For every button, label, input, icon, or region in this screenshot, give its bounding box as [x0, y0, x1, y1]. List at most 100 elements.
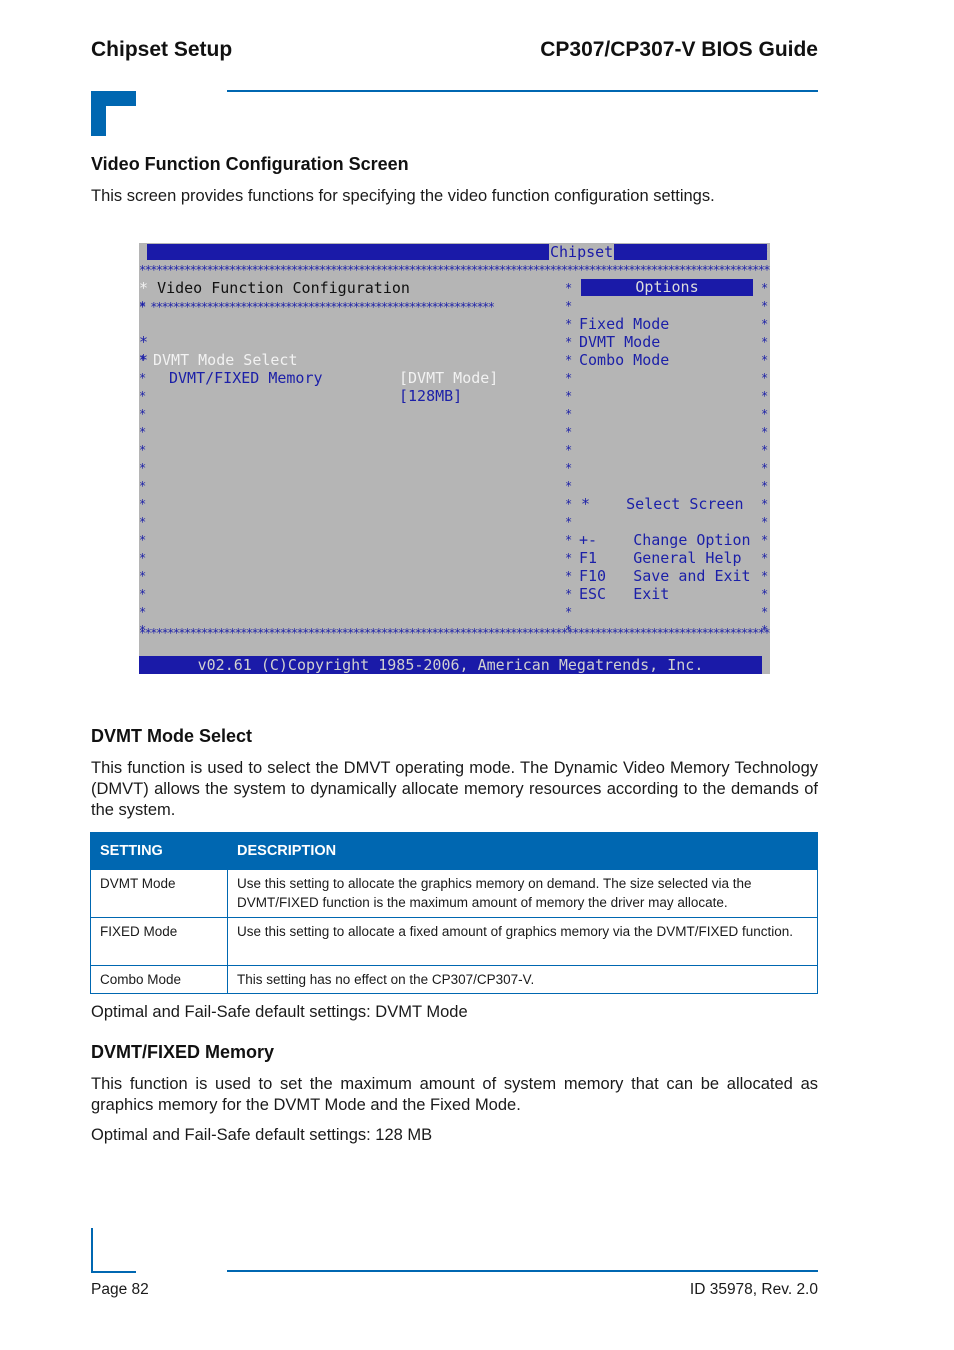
corner-mark-bottom: [91, 1228, 136, 1273]
star-glyph: *: [139, 569, 147, 583]
bios-option-fixed-mode[interactable]: Fixed Mode: [579, 315, 669, 333]
star-glyph: *: [761, 497, 769, 511]
star-glyph: *: [565, 317, 573, 331]
star-glyph: *: [139, 605, 147, 619]
star-glyph: *: [565, 479, 573, 493]
star-glyph: *: [139, 407, 147, 421]
dvmt-mode-select-heading: DVMT Mode Select: [91, 726, 253, 746]
video-screen-intro: This screen provides functions for speci…: [91, 187, 715, 205]
star-glyph: *: [565, 551, 573, 565]
star-glyph: *: [565, 299, 573, 313]
video-screen-heading: Video Function Configuration Screen: [91, 154, 409, 174]
help-change-option: +- Change Option: [579, 531, 751, 549]
star-glyph: *: [139, 353, 147, 367]
bios-top-bar: [147, 244, 767, 260]
star-glyph: *: [565, 389, 573, 403]
setting-cell: DVMT Mode: [90, 869, 228, 918]
table-row: DVMT Mode Use this setting to allocate t…: [90, 869, 818, 918]
star-glyph: *: [565, 335, 573, 349]
star-glyph: *: [565, 623, 573, 637]
star-glyph: *: [139, 389, 147, 403]
star-glyph: *: [139, 371, 147, 385]
star-glyph: *: [565, 569, 573, 583]
table-row: FIXED Mode Use this setting to allocate …: [90, 917, 818, 966]
bios-item-dvmt-fixed-memory[interactable]: * DVMT/FIXED Memory [128MB]: [139, 333, 462, 405]
star-glyph: *: [565, 515, 573, 529]
star-glyph: *: [565, 443, 573, 457]
help-save-exit: F10 Save and Exit: [579, 567, 751, 585]
star-glyph: *: [139, 623, 147, 637]
bios-screen-title: Video Function Configuration: [157, 279, 410, 297]
bios-item-value: [128MB]: [399, 387, 463, 405]
star-glyph: *: [761, 335, 769, 349]
section-title: Chipset Setup: [91, 38, 233, 61]
table-row: Combo Mode This setting has no effect on…: [90, 965, 818, 994]
help-exit: ESC Exit: [579, 585, 670, 603]
star-glyph: *: [761, 587, 769, 601]
star-glyph: *: [139, 533, 147, 547]
star-glyph: *: [565, 497, 573, 511]
guide-title: CP307/CP307-V BIOS Guide: [540, 38, 818, 61]
bios-item-label: DVMT/FIXED Memory: [169, 369, 323, 387]
star-glyph: *: [565, 533, 573, 547]
header-rule: [227, 90, 818, 92]
star-glyph: *: [565, 353, 573, 367]
bios-item-dvmt-mode-select[interactable]: * DVMT Mode Select [DVMT Mode]: [139, 315, 498, 387]
star-glyph: *: [761, 317, 769, 331]
star-glyph: *: [761, 623, 769, 637]
star-glyph: *: [139, 425, 147, 439]
star-glyph: *: [139, 551, 147, 565]
star-glyph: *: [139, 479, 147, 493]
star-glyph: *: [761, 443, 769, 457]
help-general-help: F1 General Help: [579, 549, 742, 567]
description-cell: This setting has no effect on the CP307/…: [227, 965, 818, 994]
star-glyph: *: [761, 281, 769, 295]
border-stars-bottom: ****************************************…: [139, 627, 770, 639]
star-glyph: *: [761, 551, 769, 565]
star-glyph: *: [761, 299, 769, 313]
bios-option-dvmt-mode[interactable]: DVMT Mode: [579, 333, 660, 351]
star-glyph: *: [761, 515, 769, 529]
star-glyph: *: [761, 461, 769, 475]
star-glyph: *: [761, 389, 769, 403]
star-glyph: *: [565, 281, 573, 295]
bios-tab-chipset[interactable]: Chipset: [549, 243, 615, 261]
column-header-description: DESCRIPTION: [227, 832, 818, 870]
dvmt-fixed-memory-heading: DVMT/FIXED Memory: [91, 1042, 275, 1062]
title-underline-stars: * **************************************…: [139, 301, 495, 313]
star-glyph: *: [761, 605, 769, 619]
star-glyph: *: [761, 371, 769, 385]
bios-copyright: v02.61 (C)Copyright 1985-2006, American …: [139, 656, 762, 674]
star-glyph: *: [761, 245, 769, 259]
star-glyph: *: [565, 461, 573, 475]
bios-screen-title-row: * Video Function Configuration: [139, 279, 410, 297]
star-glyph: *: [139, 443, 147, 457]
page-number: Page 82: [91, 1281, 149, 1298]
document-id: ID 35978, Rev. 2.0: [689, 1281, 818, 1298]
star-glyph: *: [139, 497, 147, 511]
star-glyph: *: [761, 479, 769, 493]
star-glyph: *: [565, 587, 573, 601]
settings-table: SETTING DESCRIPTION DVMT Mode Use this s…: [90, 832, 818, 994]
dvmt-fixed-memory-defaults: Optimal and Fail-Safe default settings: …: [91, 1126, 433, 1144]
column-header-setting: SETTING: [90, 832, 228, 870]
star-glyph: *: [139, 515, 147, 529]
star-glyph: *: [565, 425, 573, 439]
border-stars: ****************************************…: [139, 264, 770, 276]
star-glyph: *: [139, 587, 147, 601]
bios-option-combo-mode[interactable]: Combo Mode: [579, 351, 669, 369]
star-glyph: *: [565, 407, 573, 421]
options-header: Options: [581, 279, 753, 296]
help-select-screen: * Select Screen: [581, 495, 744, 513]
star-glyph: *: [565, 605, 573, 619]
bios-screenshot: Chipset * ******************************…: [139, 243, 770, 674]
star-glyph: *: [139, 299, 147, 313]
footer-rule: [227, 1270, 818, 1272]
corner-mark-top: [91, 91, 136, 136]
description-cell: Use this setting to allocate a fixed amo…: [227, 917, 818, 966]
star-glyph: *: [139, 461, 147, 475]
star-glyph: *: [761, 569, 769, 583]
star-glyph: *: [761, 533, 769, 547]
dvmt-fixed-memory-body: This function is used to set the maximum…: [91, 1075, 818, 1114]
dvmt-mode-defaults: Optimal and Fail-Safe default settings: …: [91, 1003, 468, 1021]
